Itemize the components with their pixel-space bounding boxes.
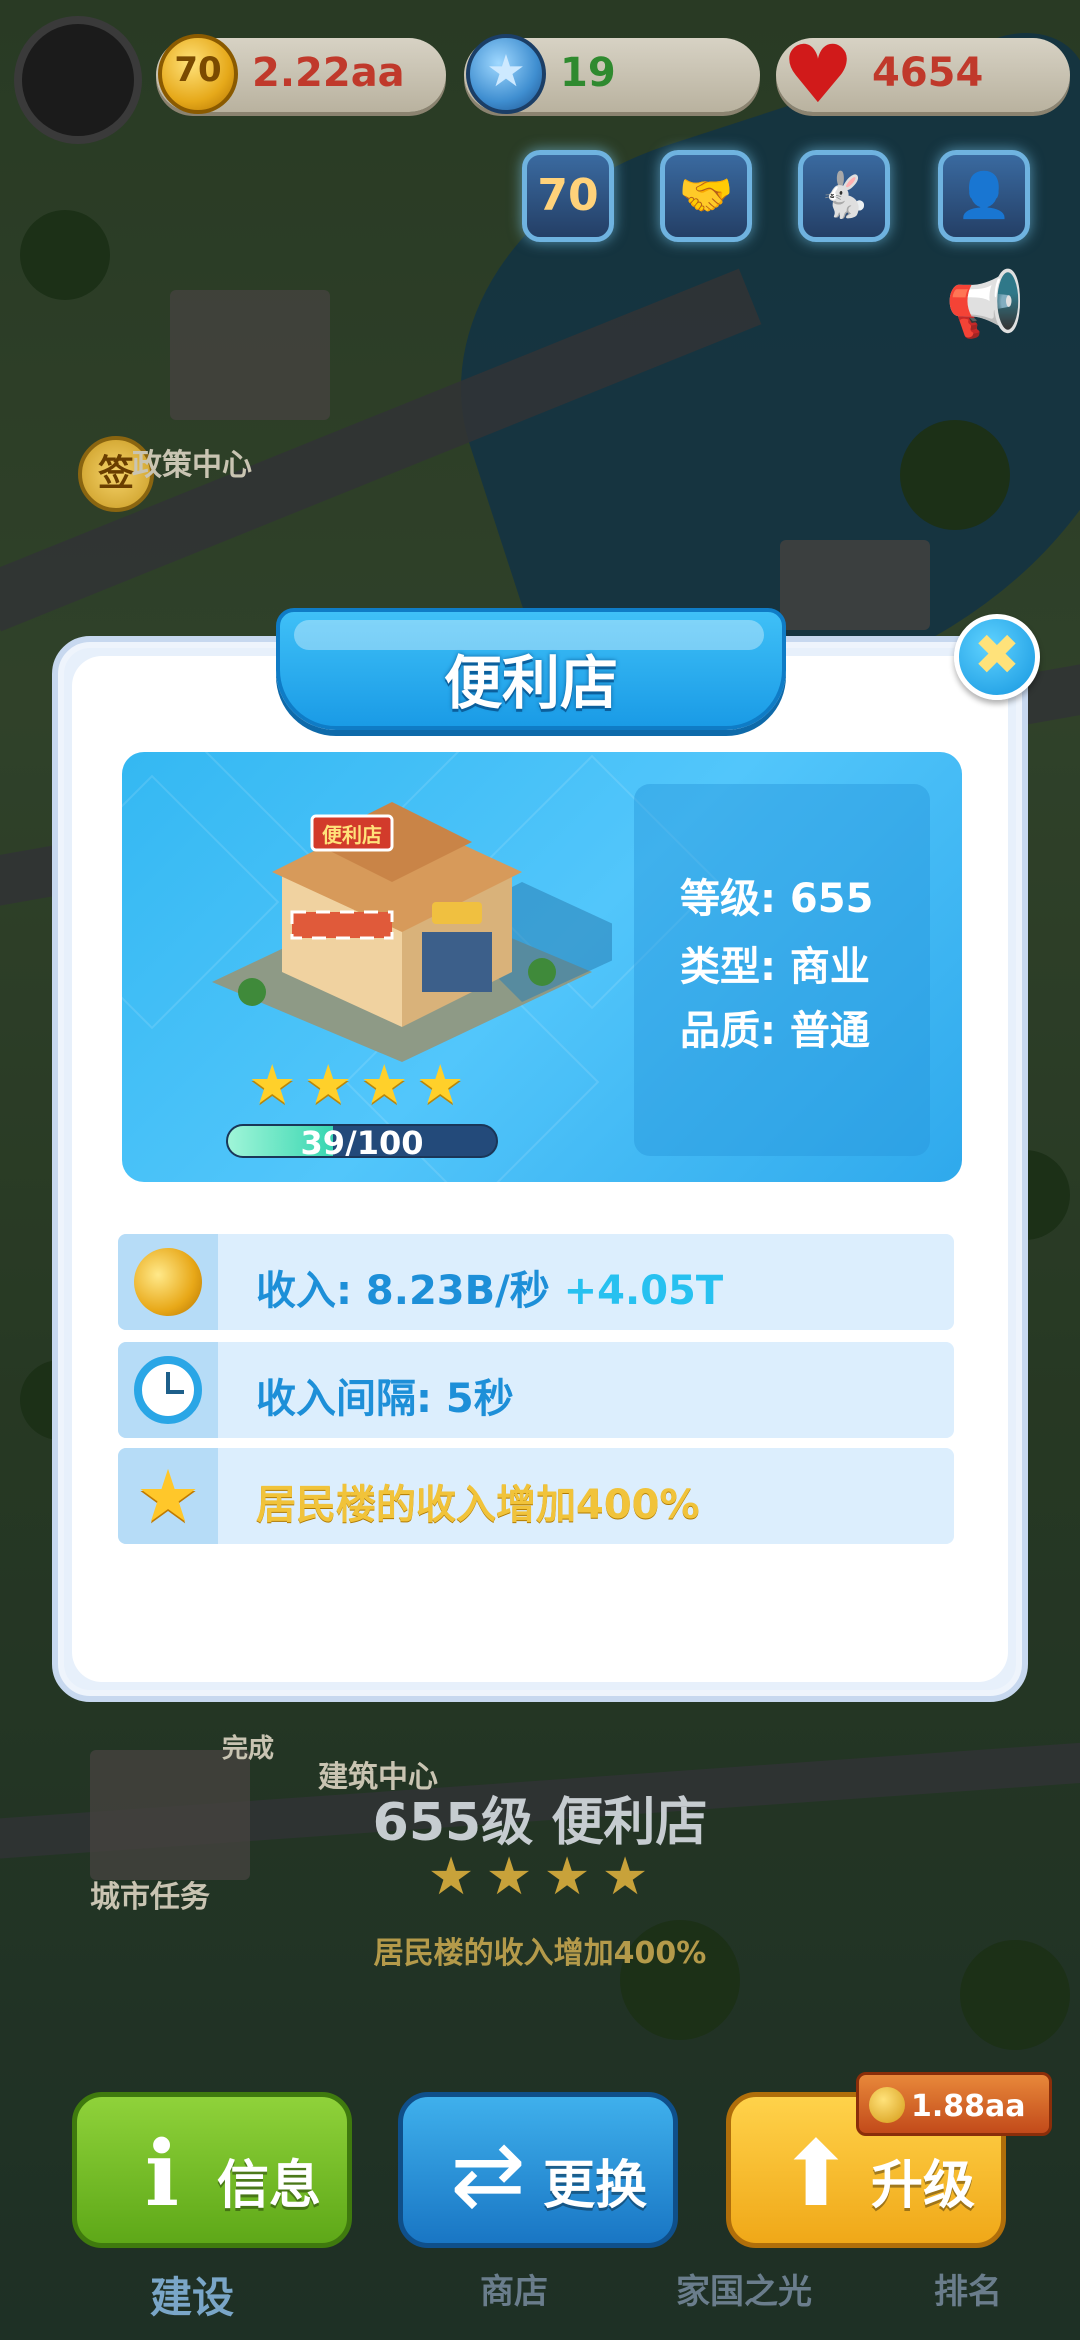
handshake-button[interactable]: 🤝 [660,150,752,242]
sale-70-button[interactable]: 70 [522,150,614,242]
type-stat: 类型: 商业 [680,944,870,990]
city-tasks-label: 城市任务 [90,1880,210,1915]
coin-icon: 70 [158,34,238,114]
convenience-store-illustration: 便利店 [212,802,612,1062]
swap-arrows-icon: ⇄ [450,2122,526,2227]
coin-value: 2.22aa [252,50,405,96]
level-stat: 等级: 655 [680,876,874,922]
star-icon: ★ [485,1847,533,1907]
nav-shop[interactable]: 商店 [480,2264,548,2313]
building-info-panel: 便利店 ★ ★ ★ ★ 39/100 等级: 655 类型: 商业 品质: 普通 [122,752,962,1182]
modal-title: 便利店 [443,649,618,717]
income-bonus: +4.05T [563,1268,724,1314]
star-icon: ★ [248,1053,297,1116]
interval-row: 收入间隔: 5秒 [118,1342,954,1438]
player-avatar[interactable] [14,16,142,144]
quality-stat: 品质: 普通 [680,1008,870,1054]
star-icon: ★ [427,1847,475,1907]
star-value: 19 [560,50,616,96]
store-sign: 便利店 [322,823,382,847]
upgrade-cost-badge: 1.88aa [856,2072,1052,2136]
gold-coin-icon [118,1234,218,1330]
swap-button[interactable]: ⇄ 更换 [398,2092,678,2248]
income-row: 收入: 8.23B/秒 +4.05T [118,1234,954,1330]
bottom-bonus-text: 居民楼的收入增加400% [373,1936,707,1971]
income-label: 收入: 8.23B/秒 +4.05T [256,1268,724,1314]
info-button[interactable]: ℹ 信息 [72,2092,352,2248]
star-counter[interactable]: ★ 19 [464,34,760,114]
policy-center-label: 政策中心 [132,448,252,483]
clock-icon [118,1342,218,1438]
mascot-button[interactable]: 🐇 [798,150,890,242]
nav-homeland[interactable]: 家国之光 [676,2264,812,2313]
heart-value: 4654 [872,50,984,96]
blue-star-icon: ★ [466,34,546,114]
selected-building-title: 655级 便利店 [372,1793,708,1853]
complete-badge[interactable]: 完成 [222,1728,274,1765]
info-person-icon: ℹ [144,2122,180,2227]
up-arrow-icon: ⬆ [778,2122,854,2227]
nav-rank[interactable]: 排名 [934,2264,1002,2313]
bonus-row: ★ 居民楼的收入增加400% [118,1448,954,1544]
coin-icon [869,2087,905,2123]
star-icon: ★ [304,1053,353,1116]
building-stars: ★ ★ ★ ★ [248,1058,488,1114]
star-icon: ★ [543,1847,591,1907]
megaphone-icon[interactable]: 📢 [940,260,1030,350]
close-button[interactable]: ✖ [954,614,1040,700]
coin-counter[interactable]: 70 2.22aa [156,34,446,114]
star-icon: ★ [601,1847,649,1907]
building-progress-bar: 39/100 [226,1124,498,1158]
star-icon: ★ [416,1053,465,1116]
nav-build[interactable]: 建设 [150,2264,234,2325]
customer-service-button[interactable]: 👤 [938,150,1030,242]
progress-text: 39/100 [300,1124,424,1158]
stats-box: 等级: 655 类型: 商业 品质: 普通 [634,784,930,1156]
star-icon: ★ [360,1053,409,1116]
interval-label: 收入间隔: 5秒 [256,1376,514,1422]
heart-icon: ♥ [782,28,854,121]
modal-title-ribbon: 便利店 [276,608,786,730]
gold-star-icon: ★ [118,1448,218,1544]
heart-counter[interactable]: ♥ 4654 [776,28,1070,121]
bonus-label: 居民楼的收入增加400% [256,1482,700,1528]
